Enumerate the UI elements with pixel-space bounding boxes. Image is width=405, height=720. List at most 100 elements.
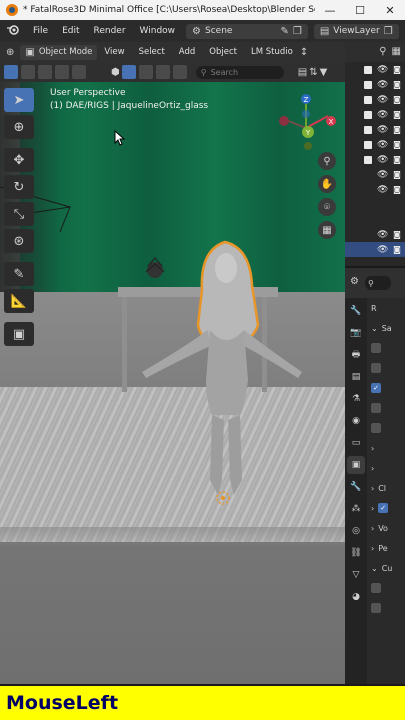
visibility-eye-icon[interactable]: 👁: [377, 80, 388, 90]
filter-icon[interactable]: ⚲: [379, 46, 386, 57]
menu-view[interactable]: View: [97, 47, 131, 57]
output-tab-icon[interactable]: 🖶: [347, 346, 365, 364]
pan-hand-icon[interactable]: ✋: [318, 175, 336, 193]
select-intersect-icon[interactable]: [72, 65, 86, 79]
render-camera-icon[interactable]: ◙: [392, 245, 402, 254]
render-camera-icon[interactable]: ◙: [392, 95, 402, 104]
shading-solid-icon[interactable]: [121, 65, 136, 79]
render-tab-icon[interactable]: 📷: [347, 324, 365, 342]
outliner-row[interactable]: 👁 ◙: [345, 182, 405, 197]
funnel-icon[interactable]: ▼: [320, 67, 328, 78]
menu-object[interactable]: Object: [202, 47, 244, 57]
blender-menu-icon[interactable]: [0, 24, 26, 38]
menu-window[interactable]: Window: [133, 26, 183, 36]
rotate-tool-icon[interactable]: ↻: [4, 175, 34, 199]
close-button[interactable]: ✕: [375, 4, 405, 17]
menu-add[interactable]: Add: [172, 47, 202, 57]
outliner-row[interactable]: 👁 ◙: [345, 77, 405, 92]
menu-render[interactable]: Render: [87, 26, 133, 36]
menu-file[interactable]: File: [26, 26, 55, 36]
menu-select[interactable]: Select: [132, 47, 172, 57]
property-row[interactable]: [367, 338, 405, 358]
scale-tool-icon[interactable]: ⤡: [4, 202, 34, 226]
pin-icon[interactable]: ✎: [280, 26, 288, 37]
viewlayer-selector[interactable]: ▤ ViewLayer ❐: [313, 23, 399, 39]
exclude-checkbox[interactable]: [364, 125, 372, 134]
visibility-eye-icon[interactable]: 👁: [377, 110, 388, 120]
new-collection-icon[interactable]: ▦: [392, 46, 401, 57]
property-row[interactable]: › Vo: [367, 518, 405, 538]
copy-viewlayer-icon[interactable]: ❐: [384, 26, 393, 37]
outliner-row[interactable]: 👁 ◙: [345, 92, 405, 107]
display-mode-icon[interactable]: ▤: [298, 67, 307, 78]
cursor-tool-icon[interactable]: ⊕: [4, 115, 34, 139]
outliner-row[interactable]: 👁 ◙: [345, 137, 405, 152]
visibility-eye-icon[interactable]: 👁: [377, 140, 388, 150]
shading-material-icon[interactable]: [138, 65, 153, 79]
world-tab-icon[interactable]: ◉: [347, 412, 365, 430]
3d-viewport[interactable]: User Perspective (1) DAE/RIGS | Jaquelin…: [0, 82, 345, 684]
particles-tab-icon[interactable]: ⁂: [347, 500, 365, 518]
visibility-eye-icon[interactable]: 👁: [377, 125, 388, 135]
property-row[interactable]: [367, 358, 405, 378]
outliner-row[interactable]: 👁 ◙: [345, 107, 405, 122]
visibility-eye-icon[interactable]: 👁: [377, 185, 388, 195]
property-field[interactable]: [371, 363, 381, 373]
annotate-tool-icon[interactable]: ✎: [4, 262, 34, 286]
minimize-button[interactable]: —: [315, 4, 345, 17]
property-field[interactable]: [371, 423, 381, 433]
property-row[interactable]: ›: [367, 438, 405, 458]
property-row[interactable]: [367, 598, 405, 618]
constraints-tab-icon[interactable]: ⛓: [347, 544, 365, 562]
exclude-checkbox[interactable]: [364, 95, 372, 104]
collection-tab-icon[interactable]: ▭: [347, 434, 365, 452]
outliner-row[interactable]: 👁 ◙: [345, 167, 405, 182]
property-field[interactable]: [371, 583, 381, 593]
render-camera-icon[interactable]: ◙: [392, 80, 402, 89]
property-field[interactable]: [371, 603, 381, 613]
tool-tab-icon[interactable]: 🔧: [347, 302, 365, 320]
viewport-tools-icon[interactable]: ↕: [300, 47, 308, 58]
copy-scene-icon[interactable]: ❐: [293, 26, 302, 37]
data-tab-icon[interactable]: ▽: [347, 566, 365, 584]
scene-tab-icon[interactable]: ⚗: [347, 390, 365, 408]
select-tool-icon[interactable]: ➤: [4, 88, 34, 112]
render-camera-icon[interactable]: ◙: [392, 125, 402, 134]
properties-editor-icon[interactable]: ⚙: [350, 276, 359, 290]
view-layer-tab-icon[interactable]: ▤: [347, 368, 365, 386]
physics-tab-icon[interactable]: ◎: [347, 522, 365, 540]
property-field[interactable]: [371, 343, 381, 353]
property-row[interactable]: ✓: [367, 378, 405, 398]
transform-tool-icon[interactable]: ⊛: [4, 229, 34, 253]
property-row[interactable]: ›: [367, 458, 405, 478]
move-tool-icon[interactable]: ✥: [4, 148, 34, 172]
modifier-tab-icon[interactable]: 🔧: [347, 478, 365, 496]
material-tab-icon[interactable]: ◕: [347, 588, 365, 606]
menu-edit[interactable]: Edit: [55, 26, 86, 36]
exclude-checkbox[interactable]: [364, 155, 372, 164]
render-camera-icon[interactable]: ◙: [392, 155, 402, 164]
render-camera-icon[interactable]: ◙: [392, 65, 402, 74]
property-row[interactable]: [367, 578, 405, 598]
exclude-checkbox[interactable]: [364, 80, 372, 89]
property-row[interactable]: [367, 398, 405, 418]
shading-rendered-icon[interactable]: [155, 65, 170, 79]
mode-dropdown[interactable]: ▣ Object Mode: [20, 44, 98, 60]
exclude-checkbox[interactable]: [364, 110, 372, 119]
add-cube-tool-icon[interactable]: ▣: [4, 322, 34, 346]
navigation-gizmo[interactable]: Z X Y: [276, 88, 341, 153]
render-camera-icon[interactable]: ◙: [392, 230, 402, 239]
object-tab-icon[interactable]: ▣: [347, 456, 365, 474]
select-box-icon[interactable]: [4, 65, 18, 79]
properties-search-input[interactable]: ⚲: [364, 276, 391, 290]
render-camera-icon[interactable]: ◙: [392, 170, 402, 179]
scene-selector[interactable]: ⚙ Scene ✎ ❐: [186, 23, 308, 39]
maximize-button[interactable]: ☐: [345, 4, 375, 17]
exclude-checkbox[interactable]: [364, 140, 372, 149]
property-checkbox[interactable]: ✓: [378, 503, 389, 513]
property-row[interactable]: › Cl: [367, 478, 405, 498]
outliner-row[interactable]: 👁 ◙: [345, 152, 405, 167]
visibility-eye-icon[interactable]: 👁: [377, 170, 388, 180]
property-row[interactable]: › Pe: [367, 538, 405, 558]
measure-tool-icon[interactable]: 📐: [4, 289, 34, 313]
